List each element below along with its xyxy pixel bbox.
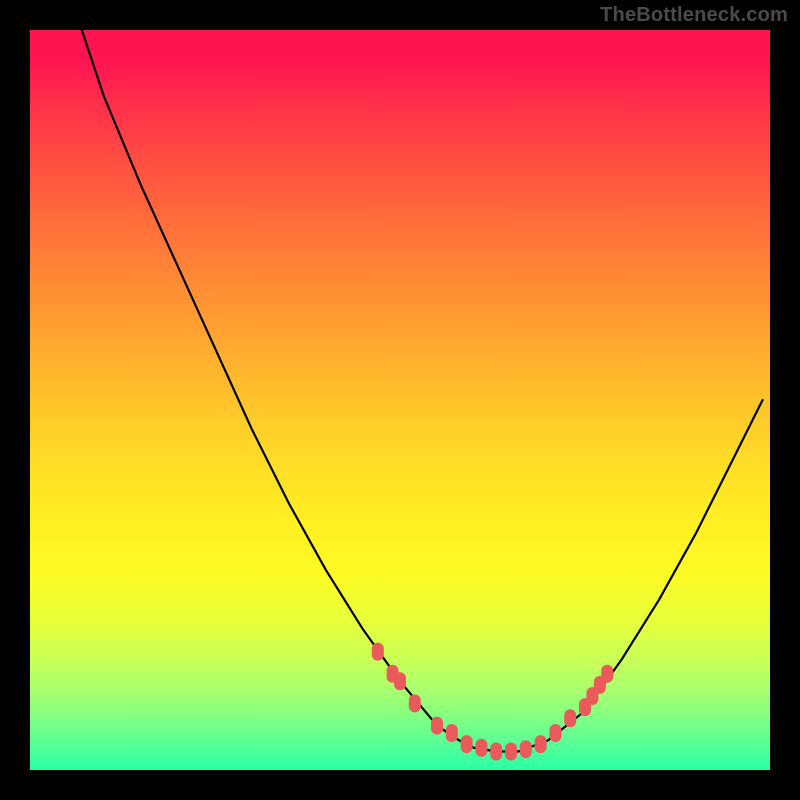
marker-point — [490, 743, 502, 761]
marker-point — [372, 643, 384, 661]
marker-group — [372, 643, 613, 761]
marker-point — [549, 724, 561, 742]
chart-canvas: TheBottleneck.com — [0, 0, 800, 800]
bottleneck-curve — [82, 30, 763, 752]
marker-point — [520, 740, 532, 758]
plot-area — [30, 30, 770, 770]
marker-point — [431, 717, 443, 735]
marker-point — [475, 739, 487, 757]
marker-point — [409, 694, 421, 712]
marker-point — [535, 735, 547, 753]
plot-svg — [30, 30, 770, 770]
watermark-text: TheBottleneck.com — [600, 4, 788, 27]
marker-point — [394, 672, 406, 690]
marker-point — [505, 743, 517, 761]
marker-point — [601, 665, 613, 683]
marker-point — [446, 724, 458, 742]
marker-point — [564, 709, 576, 727]
marker-point — [461, 735, 473, 753]
